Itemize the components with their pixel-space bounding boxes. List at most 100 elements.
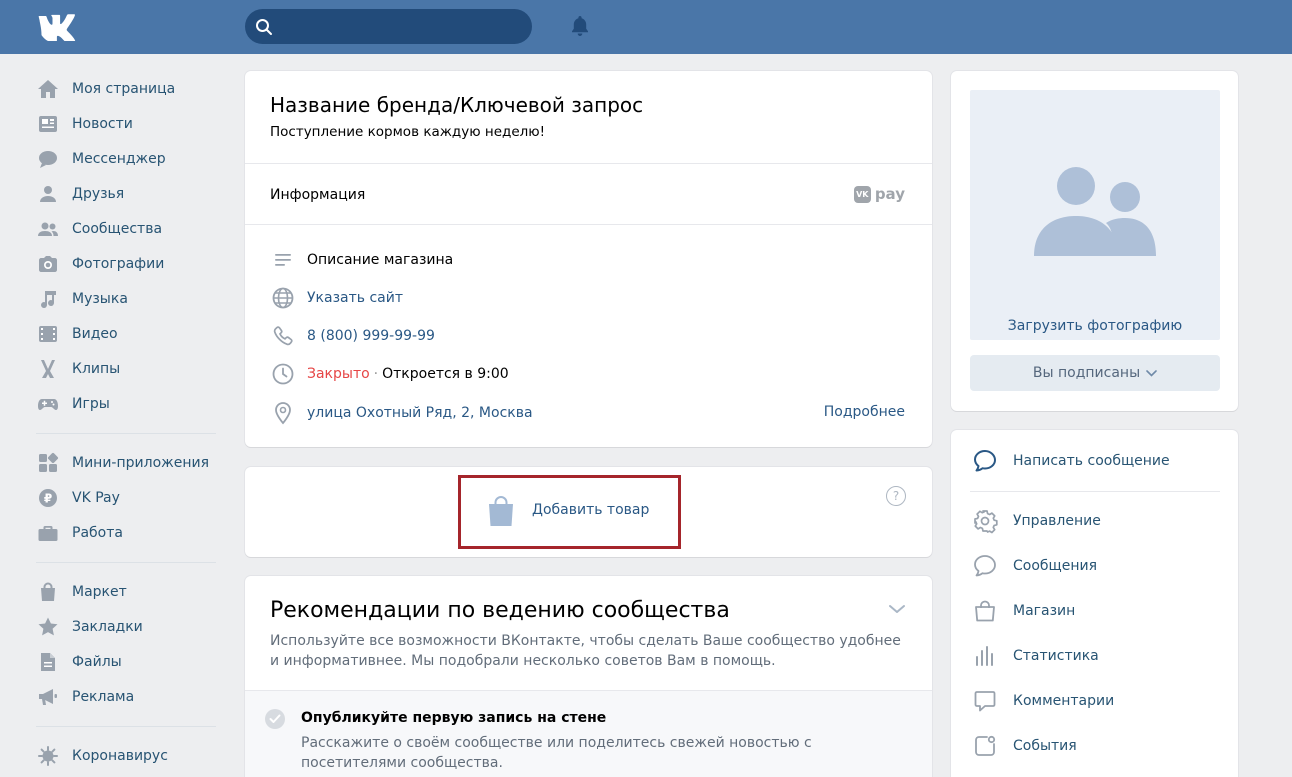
products-card: Добавить товар ? [245, 467, 932, 557]
nav-label: Новости [72, 115, 133, 132]
action-label: Комментарии [1013, 693, 1115, 709]
nav-item-files[interactable]: Файлы [36, 644, 218, 679]
more-info-link[interactable]: Подробнее [824, 404, 905, 420]
nav-divider [36, 562, 216, 563]
nav-item-communities[interactable]: Сообщества [36, 211, 218, 246]
top-header [0, 0, 1292, 54]
action-messages[interactable]: Сообщения [971, 552, 1097, 580]
address-link: улица Охотный Ряд, 2, Москва [307, 405, 533, 421]
actions-divider [970, 491, 1220, 492]
add-product-button[interactable]: Добавить товар [532, 502, 649, 518]
subscribed-button[interactable]: Вы подписаны [970, 355, 1220, 391]
vk-logo-icon: VK [853, 185, 871, 203]
communities-icon [37, 218, 59, 240]
action-comments[interactable]: Комментарии [971, 687, 1114, 715]
info-row-description[interactable]: Описание магазина [270, 247, 910, 273]
events-icon [971, 732, 999, 760]
closed-status: Закрыто [307, 366, 370, 382]
vkpay-badge[interactable]: VK pay [853, 185, 905, 203]
nav-item-messenger[interactable]: Мессенджер [36, 141, 218, 176]
community-avatar-icon [1034, 167, 1156, 256]
nav-label: Клипы [72, 360, 121, 377]
nav-item-friends[interactable]: Друзья [36, 176, 218, 211]
nav-item-coronavirus[interactable]: Коронавирус [36, 738, 218, 773]
video-icon [37, 323, 59, 345]
action-manage[interactable]: Управление [971, 507, 1101, 535]
hours-text: Закрыто · Откроется в 9:00 [307, 366, 509, 382]
action-write-message[interactable]: Написать сообщение [971, 447, 1170, 475]
upload-photo-link[interactable]: Загрузить фотографию [970, 318, 1220, 334]
nav-item-my-page[interactable]: Моя страница [36, 71, 218, 106]
community-status[interactable]: Поступление кормов каждую неделю! [270, 124, 545, 140]
camera-icon [37, 253, 59, 275]
search-input[interactable] [245, 9, 532, 44]
nav-item-ads[interactable]: Реклама [36, 679, 218, 714]
nav-item-clips[interactable]: Клипы [36, 351, 218, 386]
recommendation-item-title: Опубликуйте первую запись на стене [301, 710, 607, 726]
clock-icon [270, 361, 296, 387]
action-statistics[interactable]: Статистика [971, 642, 1099, 670]
shop-bag-icon [971, 597, 999, 625]
nav-label: Файлы [72, 653, 122, 670]
clips-icon [37, 358, 59, 380]
nav-label: Маркет [72, 583, 127, 600]
community-header-card: Название бренда/Ключевой запрос Поступле… [245, 71, 932, 447]
nav-item-photos[interactable]: Фотографии [36, 246, 218, 281]
info-row-website[interactable]: Указать сайт [270, 285, 910, 311]
separator-dot: · [373, 366, 379, 382]
comments-icon [971, 687, 999, 715]
bell-icon[interactable] [568, 14, 592, 38]
gamepad-icon [37, 393, 59, 415]
recommendations-title: Рекомендации по ведению сообщества [270, 598, 730, 623]
nav-item-mini-apps[interactable]: Мини-приложения [36, 445, 218, 480]
nav-label: Реклама [72, 688, 135, 705]
nav-item-jobs[interactable]: Работа [36, 515, 218, 550]
nav-item-music[interactable]: Музыка [36, 281, 218, 316]
avatar-placeholder[interactable]: Загрузить фотографию [970, 90, 1220, 340]
nav-item-vkpay[interactable]: ₽ VK Pay [36, 480, 218, 515]
shopping-bag-icon [489, 496, 513, 526]
action-events[interactable]: События [971, 732, 1077, 760]
info-row-address[interactable]: улица Охотный Ряд, 2, Москва [270, 400, 910, 426]
check-icon [265, 709, 285, 729]
website-link: Указать сайт [307, 290, 403, 306]
action-label: Управление [1013, 513, 1101, 529]
nav-item-market[interactable]: Маркет [36, 574, 218, 609]
nav-label: Фотографии [72, 255, 165, 272]
phone-number: 8 (800) 999-99-99 [307, 328, 435, 344]
info-tab[interactable]: Информация [270, 187, 365, 203]
nav-label: Работа [72, 524, 123, 541]
vkpay-icon: ₽ [37, 487, 59, 509]
gear-icon [971, 507, 999, 535]
action-label: События [1013, 738, 1077, 754]
action-label: Написать сообщение [1013, 453, 1170, 469]
community-actions-card: Написать сообщение Управление Сообщения … [951, 430, 1238, 777]
chevron-down-icon[interactable] [888, 603, 906, 615]
nav-item-games[interactable]: Игры [36, 386, 218, 421]
nav-item-news[interactable]: Новости [36, 106, 218, 141]
action-label: Сообщения [1013, 558, 1098, 574]
location-pin-icon [270, 400, 296, 426]
vk-logo[interactable] [37, 13, 81, 41]
action-shop[interactable]: Магазин [971, 597, 1075, 625]
community-title: Название бренда/Ключевой запрос [270, 93, 644, 117]
help-icon[interactable]: ? [886, 486, 906, 506]
stats-icon [971, 642, 999, 670]
virus-icon [37, 745, 59, 767]
nav-divider [36, 433, 216, 434]
nav-label: VK Pay [72, 489, 120, 506]
news-icon [37, 113, 59, 135]
home-icon [37, 78, 59, 100]
nav-item-video[interactable]: Видео [36, 316, 218, 351]
info-row-hours[interactable]: Закрыто · Откроется в 9:00 [270, 361, 910, 387]
file-icon [37, 651, 59, 673]
music-icon [37, 288, 59, 310]
nav-item-bookmarks[interactable]: Закладки [36, 609, 218, 644]
mini-apps-icon [37, 452, 59, 474]
opens-time: Откроется в 9:00 [382, 366, 509, 382]
recommendation-item-description: Расскажите о своём сообществе или подели… [301, 735, 812, 771]
nav-label: Закладки [72, 618, 143, 635]
info-row-phone[interactable]: 8 (800) 999-99-99 [270, 323, 910, 349]
star-icon [37, 616, 59, 638]
briefcase-icon [37, 522, 59, 544]
